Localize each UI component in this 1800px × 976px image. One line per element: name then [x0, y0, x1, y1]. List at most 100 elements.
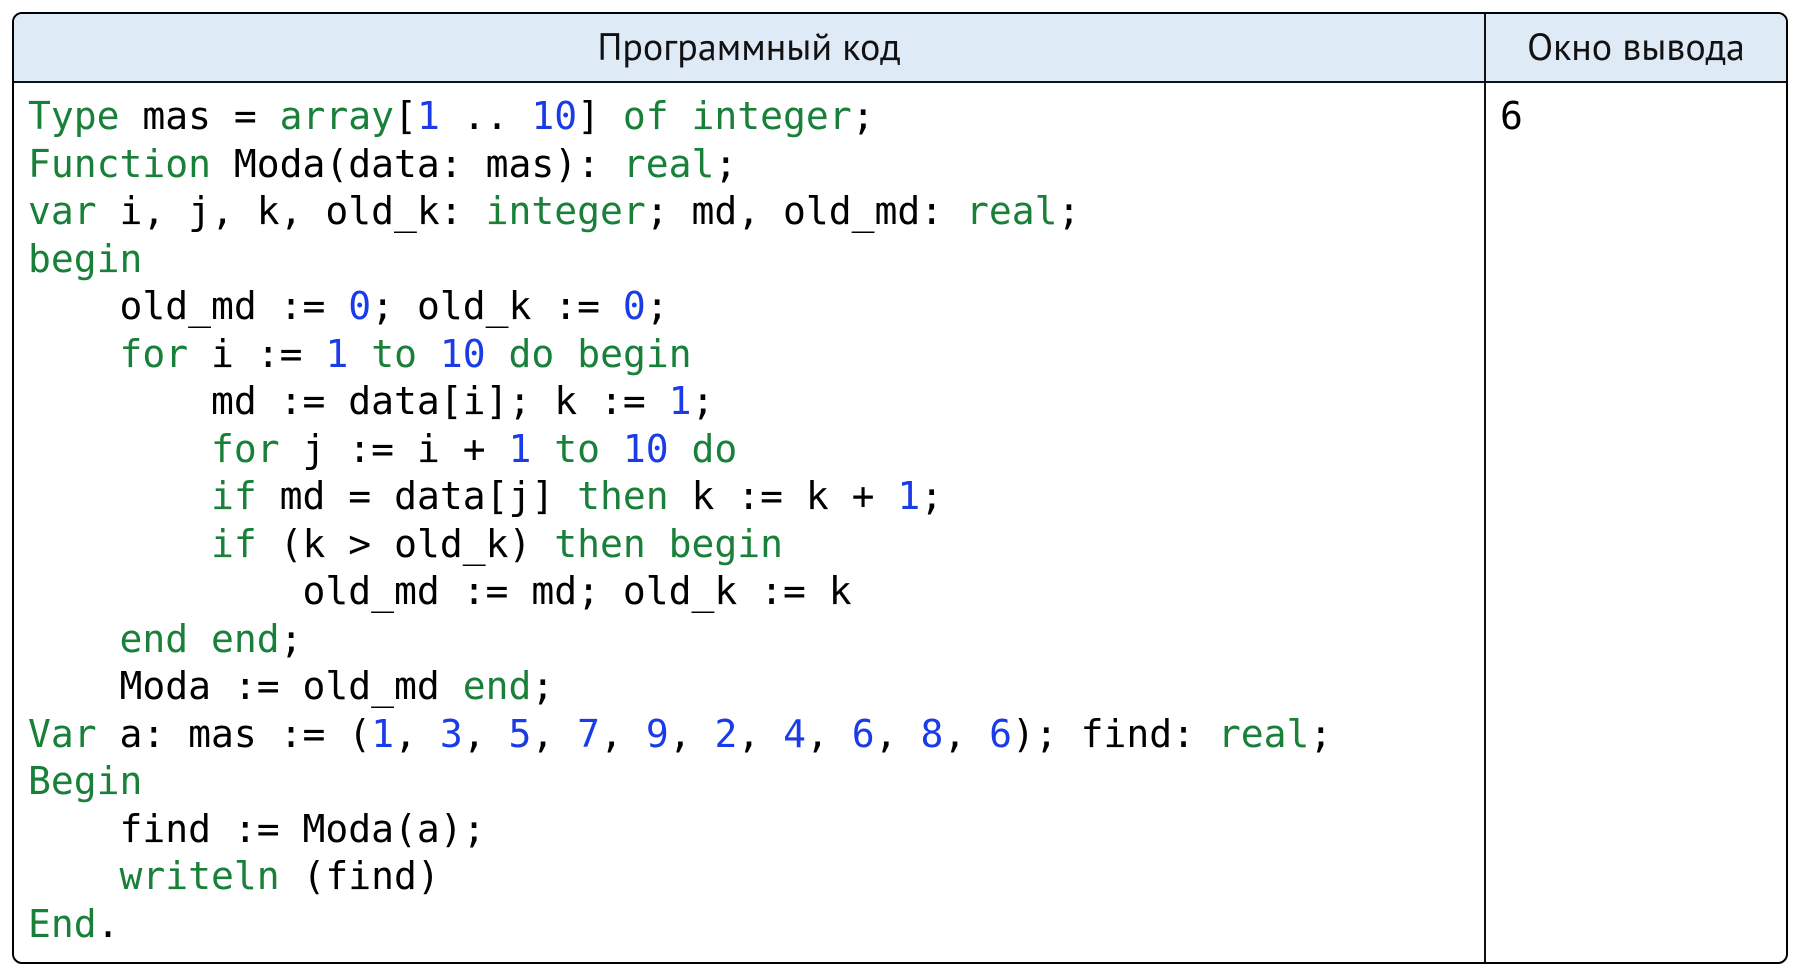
token-number: 10 — [440, 332, 486, 376]
token-plain: old_md := md; old_k := k — [28, 569, 852, 613]
token-plain — [486, 332, 509, 376]
token-keyword: writeln — [120, 854, 280, 898]
header-code: Программный код — [14, 14, 1486, 81]
token-keyword: do — [509, 332, 555, 376]
token-plain: , — [737, 712, 783, 756]
token-plain — [348, 332, 371, 376]
token-plain: (k > old_k) — [257, 522, 554, 566]
token-plain — [646, 522, 669, 566]
token-number: 9 — [646, 712, 669, 756]
token-plain: , — [531, 712, 577, 756]
token-number: 1 — [897, 474, 920, 518]
token-keyword: end — [211, 617, 280, 661]
token-keyword: Var — [28, 712, 97, 756]
token-plain: ; — [714, 142, 737, 186]
token-keyword: real — [623, 142, 715, 186]
token-plain: i := — [188, 332, 325, 376]
token-plain — [28, 332, 120, 376]
token-plain: ; — [1309, 712, 1332, 756]
token-plain: old_md := — [28, 284, 348, 328]
token-plain: , — [875, 712, 921, 756]
token-keyword: Begin — [28, 759, 142, 803]
token-keyword: begin — [669, 522, 783, 566]
token-plain: ] — [577, 94, 623, 138]
token-plain: a: mas := ( — [97, 712, 372, 756]
output-cell: 6 — [1486, 81, 1786, 962]
token-plain: Moda := old_md — [28, 664, 463, 708]
token-plain: ; — [1058, 189, 1081, 233]
token-plain: [ — [394, 94, 417, 138]
token-keyword: then — [577, 474, 669, 518]
token-keyword: real — [966, 189, 1058, 233]
token-plain — [417, 332, 440, 376]
token-keyword: for — [120, 332, 189, 376]
token-plain: , — [600, 712, 646, 756]
token-plain — [531, 427, 554, 471]
token-plain — [669, 427, 692, 471]
code-output-table: Программный код Окно вывода Type mas = a… — [12, 12, 1788, 964]
token-keyword: of — [623, 94, 669, 138]
token-number: 6 — [989, 712, 1012, 756]
token-number: 1 — [325, 332, 348, 376]
token-plain: mas = — [120, 94, 280, 138]
token-number: 6 — [852, 712, 875, 756]
token-keyword: var — [28, 189, 97, 233]
token-keyword: Function — [28, 142, 211, 186]
token-number: 1 — [417, 94, 440, 138]
token-plain: ; md, old_md: — [646, 189, 966, 233]
token-plain — [600, 427, 623, 471]
token-keyword: end — [463, 664, 532, 708]
token-plain: .. — [440, 94, 532, 138]
token-plain — [28, 522, 211, 566]
token-keyword: do — [692, 427, 738, 471]
token-plain: ; — [280, 617, 303, 661]
token-number: 5 — [509, 712, 532, 756]
token-plain: k := k + — [669, 474, 898, 518]
token-keyword: begin — [577, 332, 691, 376]
token-plain: (find) — [280, 854, 440, 898]
token-keyword: real — [1218, 712, 1310, 756]
output-text: 6 — [1500, 93, 1772, 141]
token-keyword: Type — [28, 94, 120, 138]
token-number: 2 — [714, 712, 737, 756]
token-plain — [28, 854, 120, 898]
token-plain: , — [806, 712, 852, 756]
token-plain: i, j, k, old_k: — [97, 189, 486, 233]
token-plain: find := Moda(a); — [28, 807, 486, 851]
token-plain: ; old_k := — [371, 284, 623, 328]
token-plain: ; — [852, 94, 875, 138]
header-output: Окно вывода — [1486, 14, 1786, 81]
token-number: 1 — [508, 427, 531, 471]
token-plain — [188, 617, 211, 661]
token-plain: ; — [531, 664, 554, 708]
token-plain — [554, 332, 577, 376]
token-number: 10 — [531, 94, 577, 138]
token-plain: md = data[j] — [257, 474, 577, 518]
token-plain — [28, 474, 211, 518]
token-plain: , — [943, 712, 989, 756]
token-plain: ; — [646, 284, 669, 328]
token-plain — [28, 617, 120, 661]
token-keyword: then — [554, 522, 646, 566]
token-number: 1 — [371, 712, 394, 756]
token-number: 1 — [669, 379, 692, 423]
token-number: 7 — [577, 712, 600, 756]
token-plain: md := data[i]; k := — [28, 379, 669, 423]
token-keyword: array — [280, 94, 394, 138]
token-plain: ; — [691, 379, 714, 423]
token-keyword: to — [371, 332, 417, 376]
token-keyword: End — [28, 902, 97, 946]
token-plain — [669, 94, 692, 138]
code-block: Type mas = array[1 .. 10] of integer; Fu… — [28, 93, 1470, 948]
token-plain: , — [463, 712, 509, 756]
token-plain: . — [97, 902, 120, 946]
token-plain: , — [394, 712, 440, 756]
token-keyword: if — [211, 474, 257, 518]
token-keyword: integer — [486, 189, 646, 233]
token-number: 4 — [783, 712, 806, 756]
token-keyword: end — [120, 617, 189, 661]
token-plain: , — [669, 712, 715, 756]
token-keyword: begin — [28, 237, 142, 281]
token-plain: Moda(data: mas): — [211, 142, 623, 186]
token-keyword: integer — [692, 94, 852, 138]
